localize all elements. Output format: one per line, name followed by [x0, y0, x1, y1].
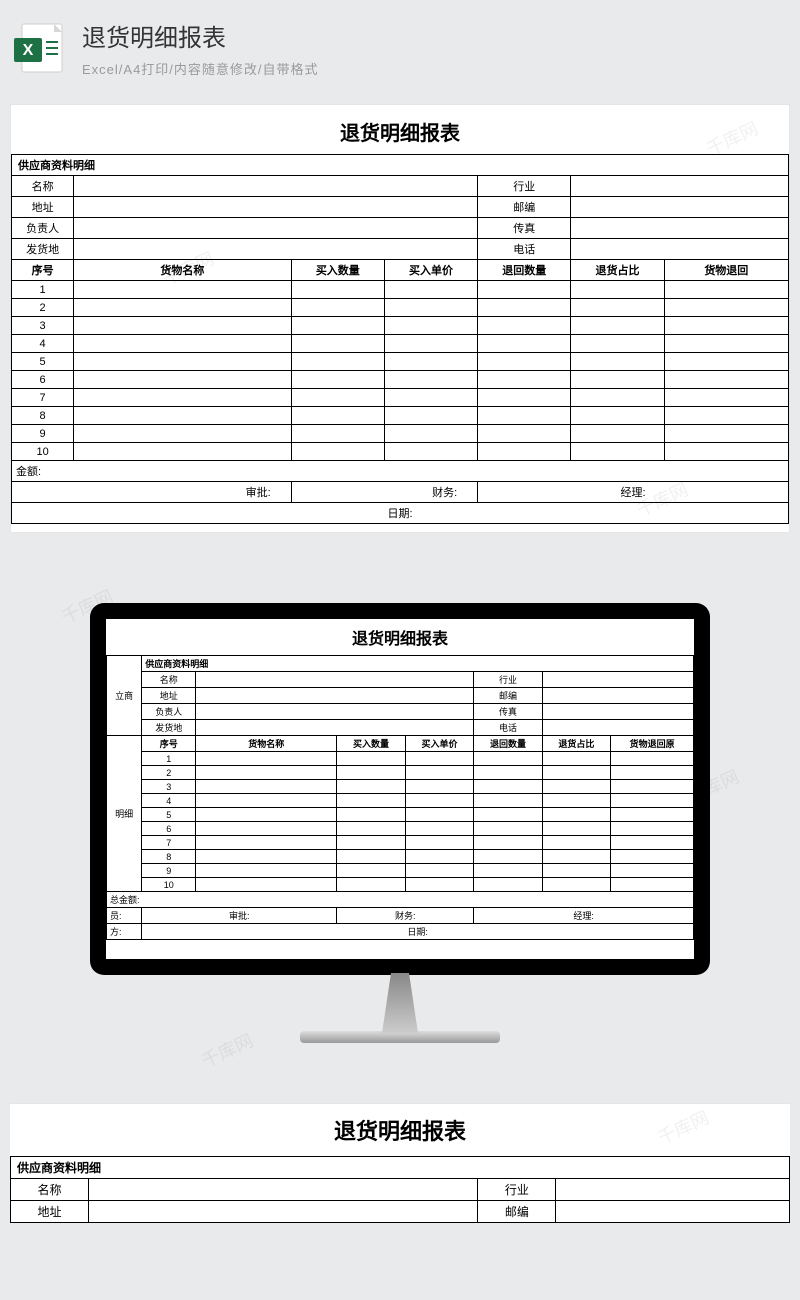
table-row: 4	[12, 335, 789, 353]
col-reason: 货物退回	[664, 260, 788, 281]
report-title: 退货明细报表	[11, 117, 789, 146]
watermark: 千库网	[197, 1027, 257, 1073]
preview-card: 千库网 千库网 千库网 退货明细报表 供应商资料明细 名称行业 地址邮编 负责人…	[10, 104, 790, 533]
supplier-header: 供应商资料明细	[12, 155, 789, 176]
monitor-mockup: 千库网 千库网 千库网 退货明细报表 立商供应商资料明细 名称行业 地址邮编 负…	[0, 573, 800, 1103]
table-row: 8	[12, 407, 789, 425]
manager-label: 经理:	[478, 482, 789, 503]
col-ratio: 退货占比	[571, 260, 664, 281]
table-row: 3	[12, 317, 789, 335]
monitor-frame: 退货明细报表 立商供应商资料明细 名称行业 地址邮编 负责人传真 发货地电话 明…	[90, 603, 710, 975]
monitor-screen: 退货明细报表 立商供应商资料明细 名称行业 地址邮编 负责人传真 发货地电话 明…	[106, 619, 694, 959]
report-title: 退货明细报表	[10, 1114, 790, 1146]
table-row: 6	[12, 371, 789, 389]
monitor-stand	[370, 973, 430, 1033]
col-qty-in: 买入数量	[291, 260, 384, 281]
report-table: 立商供应商资料明细 名称行业 地址邮编 负责人传真 发货地电话 明细 序号 货物…	[106, 655, 694, 940]
col-qty-return: 退回数量	[478, 260, 571, 281]
report-title: 退货明细报表	[106, 625, 694, 649]
amount-label: 金额:	[12, 461, 789, 482]
col-goods: 货物名称	[74, 260, 292, 281]
approve-label: 审批:	[12, 482, 292, 503]
date-label: 日期:	[12, 503, 789, 524]
table-row: 10	[12, 443, 789, 461]
table-row: 1	[12, 281, 789, 299]
page-subtitle: Excel/A4打印/内容随意修改/自带格式	[82, 59, 319, 78]
table-row: 5	[12, 353, 789, 371]
report-table: 供应商资料明细 名称行业 地址邮编 负责人传真 发货地电话 序号 货物名称 买入…	[11, 154, 789, 524]
table-row: 7	[12, 389, 789, 407]
page-title: 退货明细报表	[82, 18, 319, 53]
bottom-snippet: 千库网 退货明细报表 供应商资料明细 名称行业 地址邮编	[10, 1103, 790, 1223]
finance-label: 财务:	[291, 482, 477, 503]
table-row: 2	[12, 299, 789, 317]
col-no: 序号	[12, 260, 74, 281]
report-table-snippet: 供应商资料明细 名称行业 地址邮编	[10, 1156, 790, 1223]
svg-text:X: X	[23, 42, 34, 59]
table-row: 9	[12, 425, 789, 443]
excel-icon: X	[12, 20, 68, 76]
page-header: X 退货明细报表 Excel/A4打印/内容随意修改/自带格式	[0, 0, 800, 92]
col-price-in: 买入单价	[384, 260, 477, 281]
